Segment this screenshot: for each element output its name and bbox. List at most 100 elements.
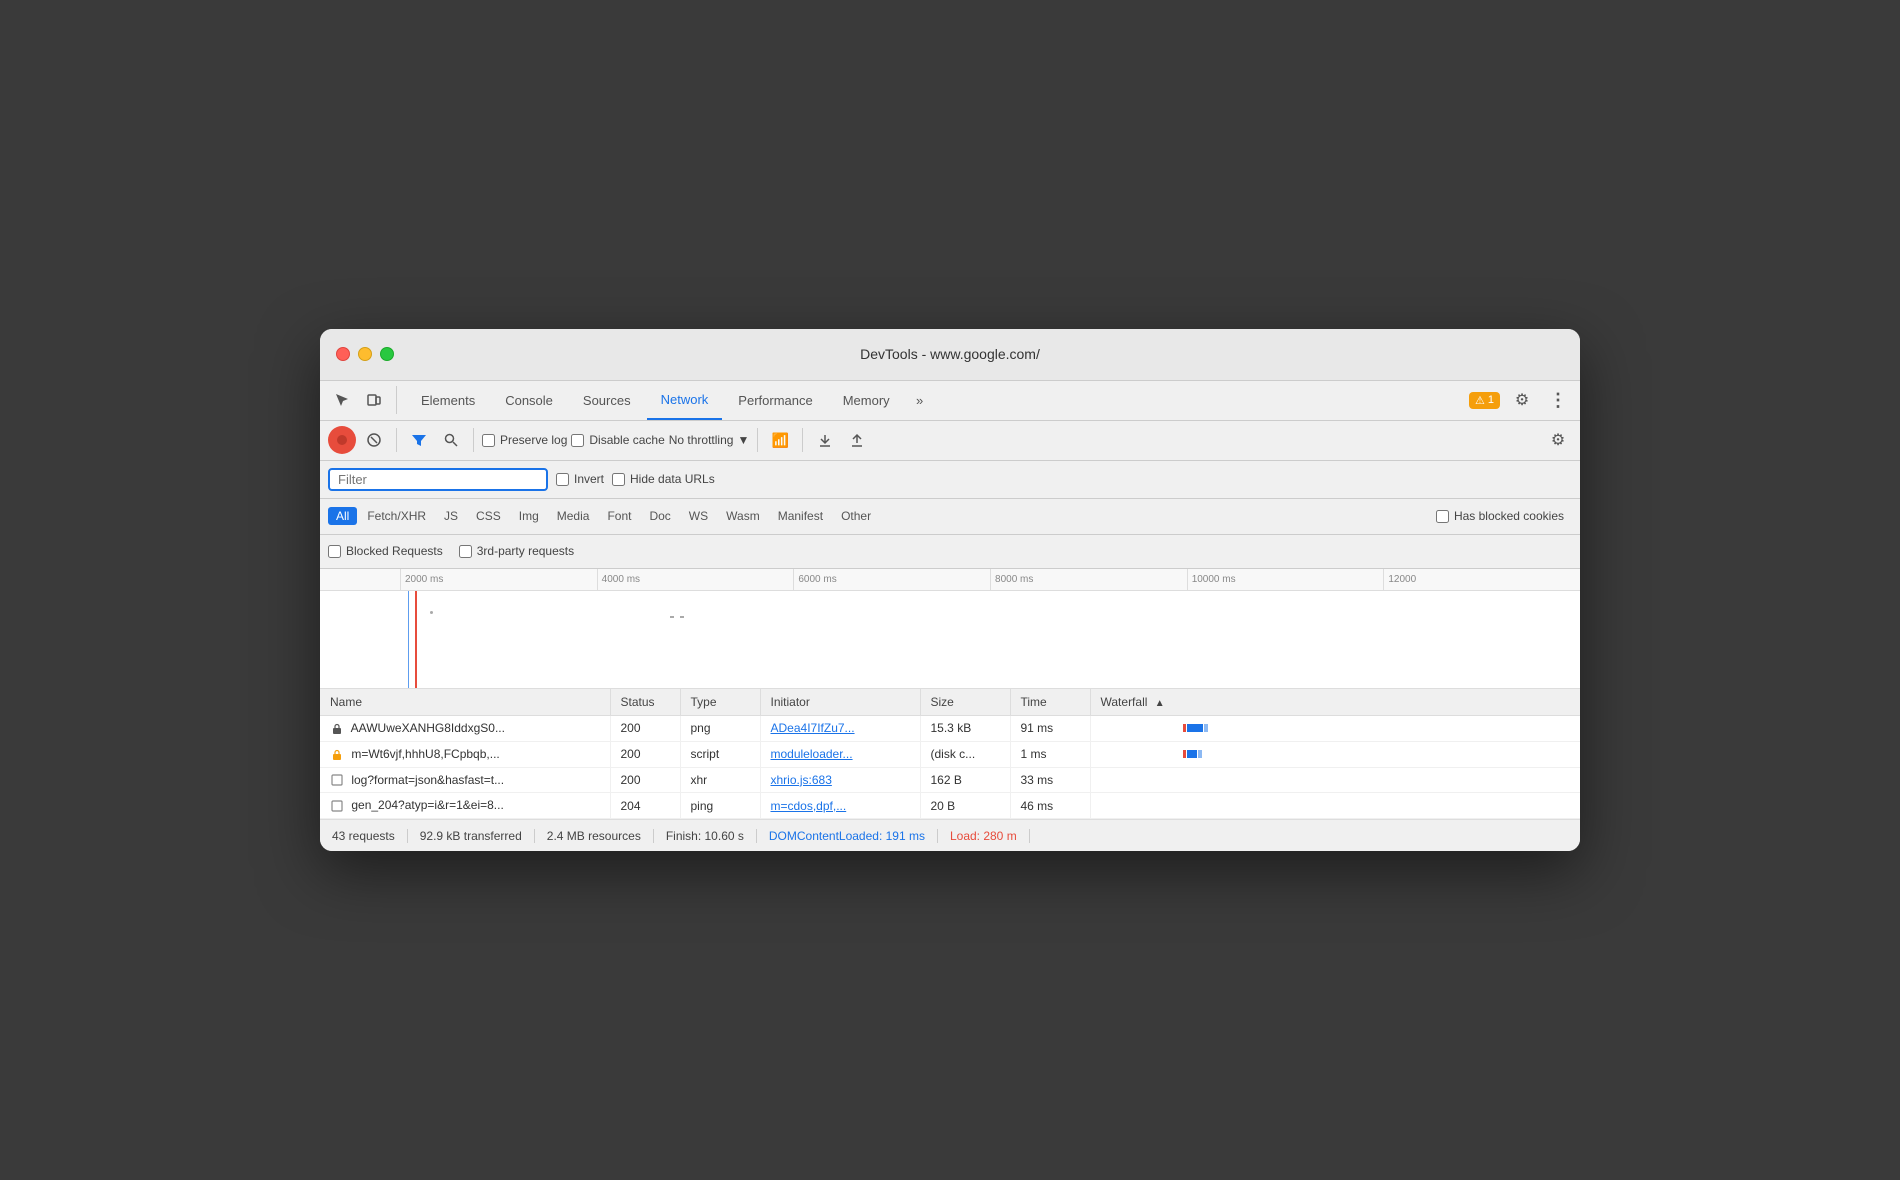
filter-types-bar: All Fetch/XHR JS CSS Img Media Font Doc … bbox=[320, 499, 1580, 535]
row-type: xhr bbox=[680, 767, 760, 793]
record-button[interactable] bbox=[328, 426, 356, 454]
row-type: png bbox=[680, 715, 760, 741]
th-name[interactable]: Name bbox=[320, 689, 610, 716]
filter-type-manifest[interactable]: Manifest bbox=[770, 507, 831, 525]
status-bar: 43 requests 92.9 kB transferred 2.4 MB r… bbox=[320, 819, 1580, 851]
requests-table: Name Status Type Initiator Size bbox=[320, 689, 1580, 819]
row-name: gen_204?atyp=i&r=1&ei=8... bbox=[320, 793, 610, 819]
has-blocked-cookies-checkbox[interactable] bbox=[1436, 510, 1449, 523]
blocked-requests-checkbox[interactable] bbox=[328, 545, 341, 558]
table-row[interactable]: m=Wt6vjf,hhhU8,FCpbqb,... 200 script mod… bbox=[320, 741, 1580, 767]
timeline-dot-3 bbox=[680, 616, 684, 618]
filter-icon-button[interactable] bbox=[405, 426, 433, 454]
table-row[interactable]: gen_204?atyp=i&r=1&ei=8... 204 ping m=cd… bbox=[320, 793, 1580, 819]
lock-icon bbox=[330, 722, 344, 736]
devtools-icons bbox=[328, 386, 397, 414]
maximize-button[interactable] bbox=[380, 347, 394, 361]
close-button[interactable] bbox=[336, 347, 350, 361]
row-waterfall bbox=[1090, 793, 1580, 819]
import-button[interactable] bbox=[811, 426, 839, 454]
filter-type-xhr[interactable]: Fetch/XHR bbox=[359, 507, 434, 525]
network-settings-button[interactable]: ⚙ bbox=[1544, 426, 1572, 454]
tabs-right-actions: ⚠ 1 ⚙ ⋮ bbox=[1469, 386, 1572, 414]
cursor-icon[interactable] bbox=[328, 386, 356, 414]
wifi-icon-button[interactable]: 📶 bbox=[766, 426, 794, 454]
toolbar-right: ⚙ bbox=[1544, 426, 1572, 454]
waterfall-bar bbox=[1101, 800, 1571, 812]
tick-2000: 2000 ms bbox=[400, 569, 597, 590]
filter-type-doc[interactable]: Doc bbox=[641, 507, 678, 525]
third-party-checkbox[interactable] bbox=[459, 545, 472, 558]
export-button[interactable] bbox=[843, 426, 871, 454]
tab-memory[interactable]: Memory bbox=[829, 380, 904, 420]
tab-console[interactable]: Console bbox=[491, 380, 567, 420]
filter-input[interactable] bbox=[338, 472, 538, 487]
disable-cache-checkbox[interactable] bbox=[571, 434, 584, 447]
invert-checkbox[interactable] bbox=[556, 473, 569, 486]
filter-type-wasm[interactable]: Wasm bbox=[718, 507, 768, 525]
filter-type-all[interactable]: All bbox=[328, 507, 357, 525]
clear-button[interactable] bbox=[360, 426, 388, 454]
row-waterfall bbox=[1090, 741, 1580, 767]
filter-type-media[interactable]: Media bbox=[549, 507, 598, 525]
row-waterfall bbox=[1090, 715, 1580, 741]
settings-button[interactable]: ⚙ bbox=[1508, 386, 1536, 414]
filter-bar: Invert Hide data URLs bbox=[320, 461, 1580, 499]
hide-data-urls-label[interactable]: Hide data URLs bbox=[612, 472, 715, 486]
minimize-button[interactable] bbox=[358, 347, 372, 361]
th-time[interactable]: Time bbox=[1010, 689, 1090, 716]
search-button[interactable] bbox=[437, 426, 465, 454]
th-initiator[interactable]: Initiator bbox=[760, 689, 920, 716]
checkbox-empty-icon bbox=[330, 799, 344, 813]
filter-type-js[interactable]: JS bbox=[436, 507, 466, 525]
filter-type-font[interactable]: Font bbox=[599, 507, 639, 525]
th-status[interactable]: Status bbox=[610, 689, 680, 716]
row-size: 20 B bbox=[920, 793, 1010, 819]
filter-type-css[interactable]: CSS bbox=[468, 507, 509, 525]
timeline-line-red bbox=[415, 591, 417, 689]
menu-button[interactable]: ⋮ bbox=[1544, 386, 1572, 414]
tick-4000: 4000 ms bbox=[597, 569, 794, 590]
filter-type-ws[interactable]: WS bbox=[681, 507, 716, 525]
timeline-ruler: 2000 ms 4000 ms 6000 ms 8000 ms 10000 ms… bbox=[320, 569, 1580, 591]
disable-cache-label[interactable]: Disable cache bbox=[571, 433, 664, 447]
blocked-requests-label[interactable]: Blocked Requests bbox=[328, 544, 443, 558]
tab-network[interactable]: Network bbox=[647, 380, 723, 420]
chevron-down-icon: ▼ bbox=[737, 433, 749, 447]
row-type: ping bbox=[680, 793, 760, 819]
tab-performance[interactable]: Performance bbox=[724, 380, 826, 420]
table-row[interactable]: AAWUweXANHG8IddxgS0... 200 png ADea4I7If… bbox=[320, 715, 1580, 741]
row-size: 162 B bbox=[920, 767, 1010, 793]
divider-3 bbox=[757, 428, 758, 452]
hide-data-urls-checkbox[interactable] bbox=[612, 473, 625, 486]
row-size: (disk c... bbox=[920, 741, 1010, 767]
timeline-line-blue bbox=[408, 591, 409, 689]
row-initiator: m=cdos,dpf,... bbox=[760, 793, 920, 819]
device-icon[interactable] bbox=[360, 386, 388, 414]
table-row[interactable]: log?format=json&hasfast=t... 200 xhr xhr… bbox=[320, 767, 1580, 793]
tab-elements[interactable]: Elements bbox=[407, 380, 489, 420]
ellipsis-icon: ⋮ bbox=[1549, 390, 1567, 411]
invert-label[interactable]: Invert bbox=[556, 472, 604, 486]
wf-blue-1 bbox=[1187, 724, 1203, 732]
filter-input-wrap bbox=[328, 468, 548, 491]
dom-content-loaded: DOMContentLoaded: 191 ms bbox=[757, 829, 938, 843]
has-blocked-cookies-label[interactable]: Has blocked cookies bbox=[1436, 509, 1564, 523]
window-title: DevTools - www.google.com/ bbox=[860, 346, 1040, 362]
tab-sources[interactable]: Sources bbox=[569, 380, 645, 420]
wf-red-2 bbox=[1183, 750, 1186, 758]
preserve-log-label[interactable]: Preserve log bbox=[482, 433, 567, 447]
preserve-log-checkbox[interactable] bbox=[482, 434, 495, 447]
filter-types-right: Has blocked cookies bbox=[1436, 509, 1572, 523]
more-tabs-button[interactable]: » bbox=[906, 386, 934, 414]
th-waterfall[interactable]: Waterfall ▲ bbox=[1090, 689, 1580, 716]
filter-type-img[interactable]: Img bbox=[511, 507, 547, 525]
th-type[interactable]: Type bbox=[680, 689, 760, 716]
filter-type-other[interactable]: Other bbox=[833, 507, 879, 525]
third-party-label[interactable]: 3rd-party requests bbox=[459, 544, 574, 558]
throttle-selector[interactable]: No throttling ▼ bbox=[669, 433, 750, 447]
notification-badge[interactable]: ⚠ 1 bbox=[1469, 392, 1500, 409]
row-time: 1 ms bbox=[1010, 741, 1090, 767]
sort-arrow-icon: ▲ bbox=[1155, 698, 1165, 709]
th-size[interactable]: Size bbox=[920, 689, 1010, 716]
